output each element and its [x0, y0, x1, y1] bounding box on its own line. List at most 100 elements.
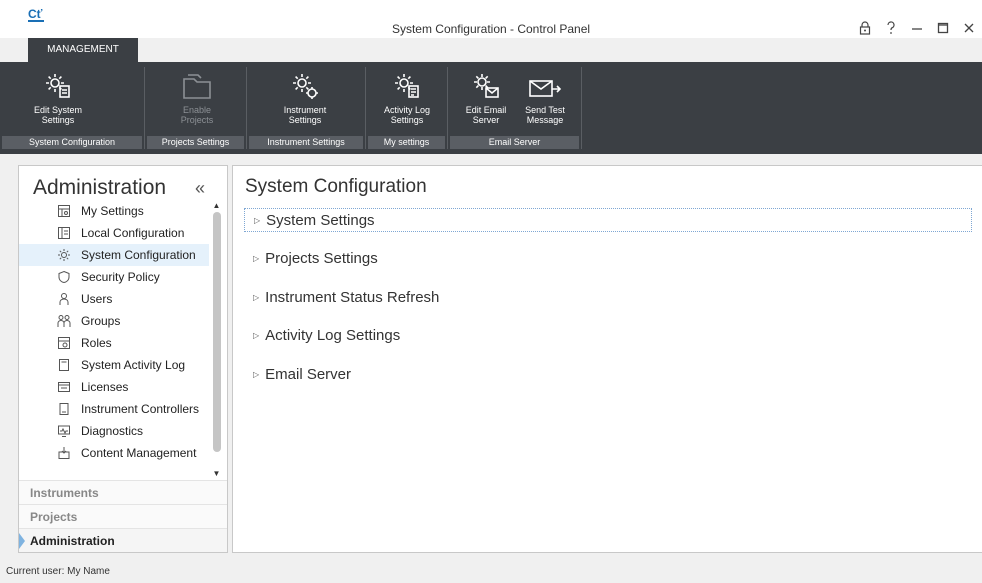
sidebar-item-label: Local Configuration: [81, 226, 185, 240]
sidebar-item-label: System Activity Log: [81, 358, 186, 372]
sidebar-item-label: Licenses: [81, 380, 129, 394]
section-projects-settings[interactable]: ▷ Projects Settings: [244, 246, 972, 270]
local-configuration-icon: [56, 225, 72, 241]
title-bar: Cť System Configuration - Control Panel: [0, 0, 982, 38]
window-controls: [852, 18, 982, 38]
instrument-settings-label-1: Instrument: [283, 105, 327, 115]
section-activity-log-settings[interactable]: ▷ Activity Log Settings: [244, 323, 972, 347]
expand-caret-icon: ▷: [253, 330, 260, 340]
ribbon-group-system-configuration: Edit System Settings System Configuratio…: [0, 67, 145, 149]
sidebar-title: Administration: [33, 176, 167, 199]
maximize-button[interactable]: [930, 18, 956, 38]
edit-email-server-label-1: Edit Email: [465, 105, 507, 115]
sidebar-item-label: Diagnostics: [81, 424, 144, 438]
sidebar-item-content-management[interactable]: Content Management: [19, 442, 209, 464]
ribbon: Edit System Settings System Configuratio…: [0, 62, 982, 154]
send-test-message-label-1: Send Test: [525, 105, 565, 115]
content-management-icon: [56, 445, 72, 461]
sidebar-item-label: Instrument Controllers: [81, 402, 200, 416]
section-label: System Settings: [266, 211, 375, 229]
edit-email-server-label-2: Server: [472, 115, 500, 125]
section-label: Projects Settings: [265, 249, 378, 267]
collapse-sidebar-button[interactable]: «: [195, 178, 205, 199]
lock-button[interactable]: [852, 18, 878, 38]
sidebar-section-instruments[interactable]: Instruments: [19, 480, 227, 504]
edit-system-settings-label-1: Edit System: [33, 105, 82, 115]
ribbon-group-instrument-settings: Instrument Settings Instrument Settings: [247, 67, 366, 149]
section-instrument-status-refresh[interactable]: ▷ Instrument Status Refresh: [244, 285, 972, 309]
sidebar-item-label: Users: [81, 292, 113, 306]
section-label: Email Server: [265, 365, 352, 383]
diagnostics-icon: [56, 423, 72, 439]
help-button[interactable]: [878, 18, 904, 38]
sidebar-item-label: Content Management: [81, 446, 197, 460]
user-icon: [56, 291, 72, 307]
ribbon-group-email-server: Edit Email Server Send Test Message Emai…: [448, 67, 582, 149]
enable-projects-button[interactable]: Enable Projects: [167, 67, 227, 133]
sidebar-scrollbar[interactable]: ▲ ▼: [210, 200, 223, 480]
groups-icon: [56, 313, 72, 329]
expand-caret-icon: ▷: [253, 292, 260, 302]
sidebar-item-groups[interactable]: Groups: [19, 310, 209, 332]
scrollbar-thumb[interactable]: [213, 212, 221, 452]
close-button[interactable]: [956, 18, 982, 38]
sidebar-item-my-settings[interactable]: My Settings: [19, 200, 209, 222]
minimize-icon: [912, 28, 922, 30]
minimize-button[interactable]: [904, 18, 930, 38]
section-label: Activity Log Settings: [265, 326, 401, 344]
window-title: System Configuration - Control Panel: [391, 22, 591, 36]
expand-caret-icon: ▷: [253, 253, 260, 263]
lock-icon: [859, 21, 871, 35]
activity-log-settings-label-1: Activity Log: [383, 105, 431, 115]
settings-log-icon: [392, 67, 422, 101]
status-bar: Current user: My Name: [0, 560, 982, 583]
log-icon: [56, 357, 72, 373]
instrument-settings-button[interactable]: Instrument Settings: [275, 67, 335, 133]
sidebar-item-system-configuration[interactable]: System Configuration: [19, 244, 209, 266]
scroll-down-arrow-icon[interactable]: ▼: [210, 468, 223, 480]
email-settings-icon: [471, 67, 501, 101]
send-test-message-button[interactable]: Send Test Message: [516, 67, 574, 133]
edit-email-server-button[interactable]: Edit Email Server: [458, 67, 514, 133]
maximize-icon: [937, 22, 949, 34]
svg-text:Cť: Cť: [28, 7, 43, 21]
main-panel: System Configuration ▷ System Settings ▷…: [232, 165, 982, 553]
folder-icon: [181, 67, 213, 101]
enable-projects-label-1: Enable: [182, 105, 212, 115]
sidebar-section-projects[interactable]: Projects: [19, 504, 227, 528]
help-icon: [887, 21, 895, 34]
instrument-settings-label-2: Settings: [288, 115, 322, 125]
send-test-message-label-2: Message: [526, 115, 564, 125]
section-email-server[interactable]: ▷ Email Server: [244, 362, 972, 386]
sidebar-item-label: Roles: [81, 336, 112, 350]
sidebar-item-instrument-controllers[interactable]: Instrument Controllers: [19, 398, 209, 420]
ribbon-group-my-settings: Activity Log Settings My settings: [366, 67, 448, 149]
sidebar-item-system-activity-log[interactable]: System Activity Log: [19, 354, 209, 376]
section-label: Instrument Status Refresh: [265, 288, 440, 306]
sidebar-item-diagnostics[interactable]: Diagnostics: [19, 420, 209, 442]
scroll-up-arrow-icon[interactable]: ▲: [210, 200, 223, 212]
expand-caret-icon: ▷: [253, 369, 260, 379]
section-system-settings[interactable]: ▷ System Settings: [244, 208, 972, 232]
shield-icon: [56, 269, 72, 285]
sidebar-item-label: My Settings: [81, 204, 144, 218]
group-label-my-settings: My settings: [368, 136, 445, 149]
ribbon-tab-management[interactable]: MANAGEMENT: [28, 38, 138, 62]
instrument-gear-icon: [290, 67, 320, 101]
controller-icon: [56, 401, 72, 417]
sidebar-item-local-configuration[interactable]: Local Configuration: [19, 222, 209, 244]
sidebar-item-roles[interactable]: Roles: [19, 332, 209, 354]
enable-projects-label-2: Projects: [180, 115, 214, 125]
gear-icon: [56, 247, 72, 263]
group-label-instrument-settings: Instrument Settings: [249, 136, 363, 149]
admin-nav-list: My Settings Local Configuration System C…: [19, 200, 209, 482]
activity-log-settings-button[interactable]: Activity Log Settings: [377, 67, 437, 133]
sidebar-section-administration[interactable]: Administration: [19, 528, 227, 552]
sidebar: Administration « My Settings Local Confi…: [18, 165, 228, 553]
page-title: System Configuration: [245, 176, 427, 197]
sidebar-item-security-policy[interactable]: Security Policy: [19, 266, 209, 288]
sidebar-item-users[interactable]: Users: [19, 288, 209, 310]
close-icon: [964, 23, 974, 33]
edit-system-settings-button[interactable]: Edit System Settings: [28, 67, 88, 133]
sidebar-item-licenses[interactable]: Licenses: [19, 376, 209, 398]
